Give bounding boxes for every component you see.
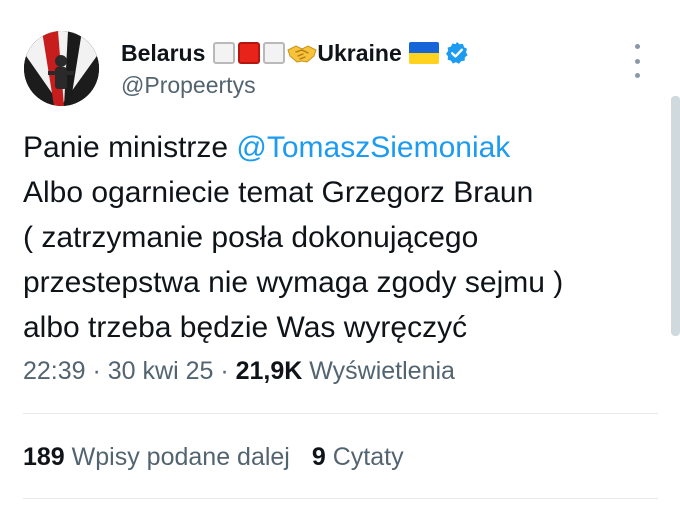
- tweet-stats: 189 Wpisy podane dalej 9 Cytaty: [23, 443, 404, 472]
- white-square-icon: [213, 42, 236, 64]
- divider: [23, 498, 658, 499]
- author-handle[interactable]: @Propeertys: [121, 72, 256, 99]
- avatar[interactable]: [24, 31, 99, 106]
- divider: [23, 413, 658, 414]
- author-name-prefix[interactable]: Belarus: [121, 40, 205, 67]
- red-square-icon: [238, 42, 261, 64]
- tweet-time[interactable]: 22:39: [23, 357, 86, 385]
- more-options-icon[interactable]: [627, 44, 647, 78]
- handshake-icon: [287, 45, 317, 63]
- retweets-stat[interactable]: 189 Wpisy podane dalej: [23, 443, 290, 471]
- retweets-label: Wpisy podane dalej: [71, 443, 290, 471]
- tweet-line-2: Albo ogarniecie temat Grzegorz Braun: [23, 176, 534, 209]
- scrollbar-thumb[interactable]: [671, 96, 680, 336]
- meta-separator: ·: [85, 357, 108, 385]
- author-name-row[interactable]: Belarus Ukraine: [121, 36, 469, 70]
- views-count: 21,9K: [235, 357, 303, 385]
- tweet-card: Belarus Ukraine @Propeertys Panie minist…: [0, 0, 680, 507]
- tweet-date[interactable]: 30 kwi 25: [108, 357, 214, 385]
- quotes-label: Cytaty: [332, 443, 404, 471]
- tweet-text: Panie ministrze @TomaszSiemoniak Albo og…: [23, 125, 663, 350]
- meta-separator: ·: [213, 357, 236, 385]
- tweet-line-1-text: Panie ministrze: [23, 131, 237, 164]
- quotes-stat[interactable]: 9 Cytaty: [312, 443, 404, 471]
- tweet-line-5: albo trzeba będzie Was wyręczyć: [23, 311, 468, 344]
- verified-icon[interactable]: [445, 41, 469, 65]
- ukraine-flag-icon: [408, 42, 439, 64]
- white-square-icon: [263, 42, 286, 64]
- mention-link[interactable]: @TomaszSiemoniak: [236, 131, 510, 164]
- tweet-line-3: ( zatrzymanie posła dokonującego: [23, 221, 479, 254]
- tweet-line-4: przestepstwa nie wymaga zgody sejmu ): [23, 266, 564, 299]
- quotes-count: 9: [311, 443, 326, 471]
- tweet-line-1: Panie ministrze @TomaszSiemoniak: [23, 125, 663, 170]
- avatar-image: [24, 31, 99, 106]
- author-name-suffix[interactable]: Ukraine: [317, 40, 401, 67]
- retweets-count: 189: [23, 443, 65, 471]
- tweet-meta: 22:39 · 30 kwi 25 · 21,9K Wyświetlenia: [23, 357, 455, 386]
- views-label: Wyświetlenia: [309, 357, 455, 385]
